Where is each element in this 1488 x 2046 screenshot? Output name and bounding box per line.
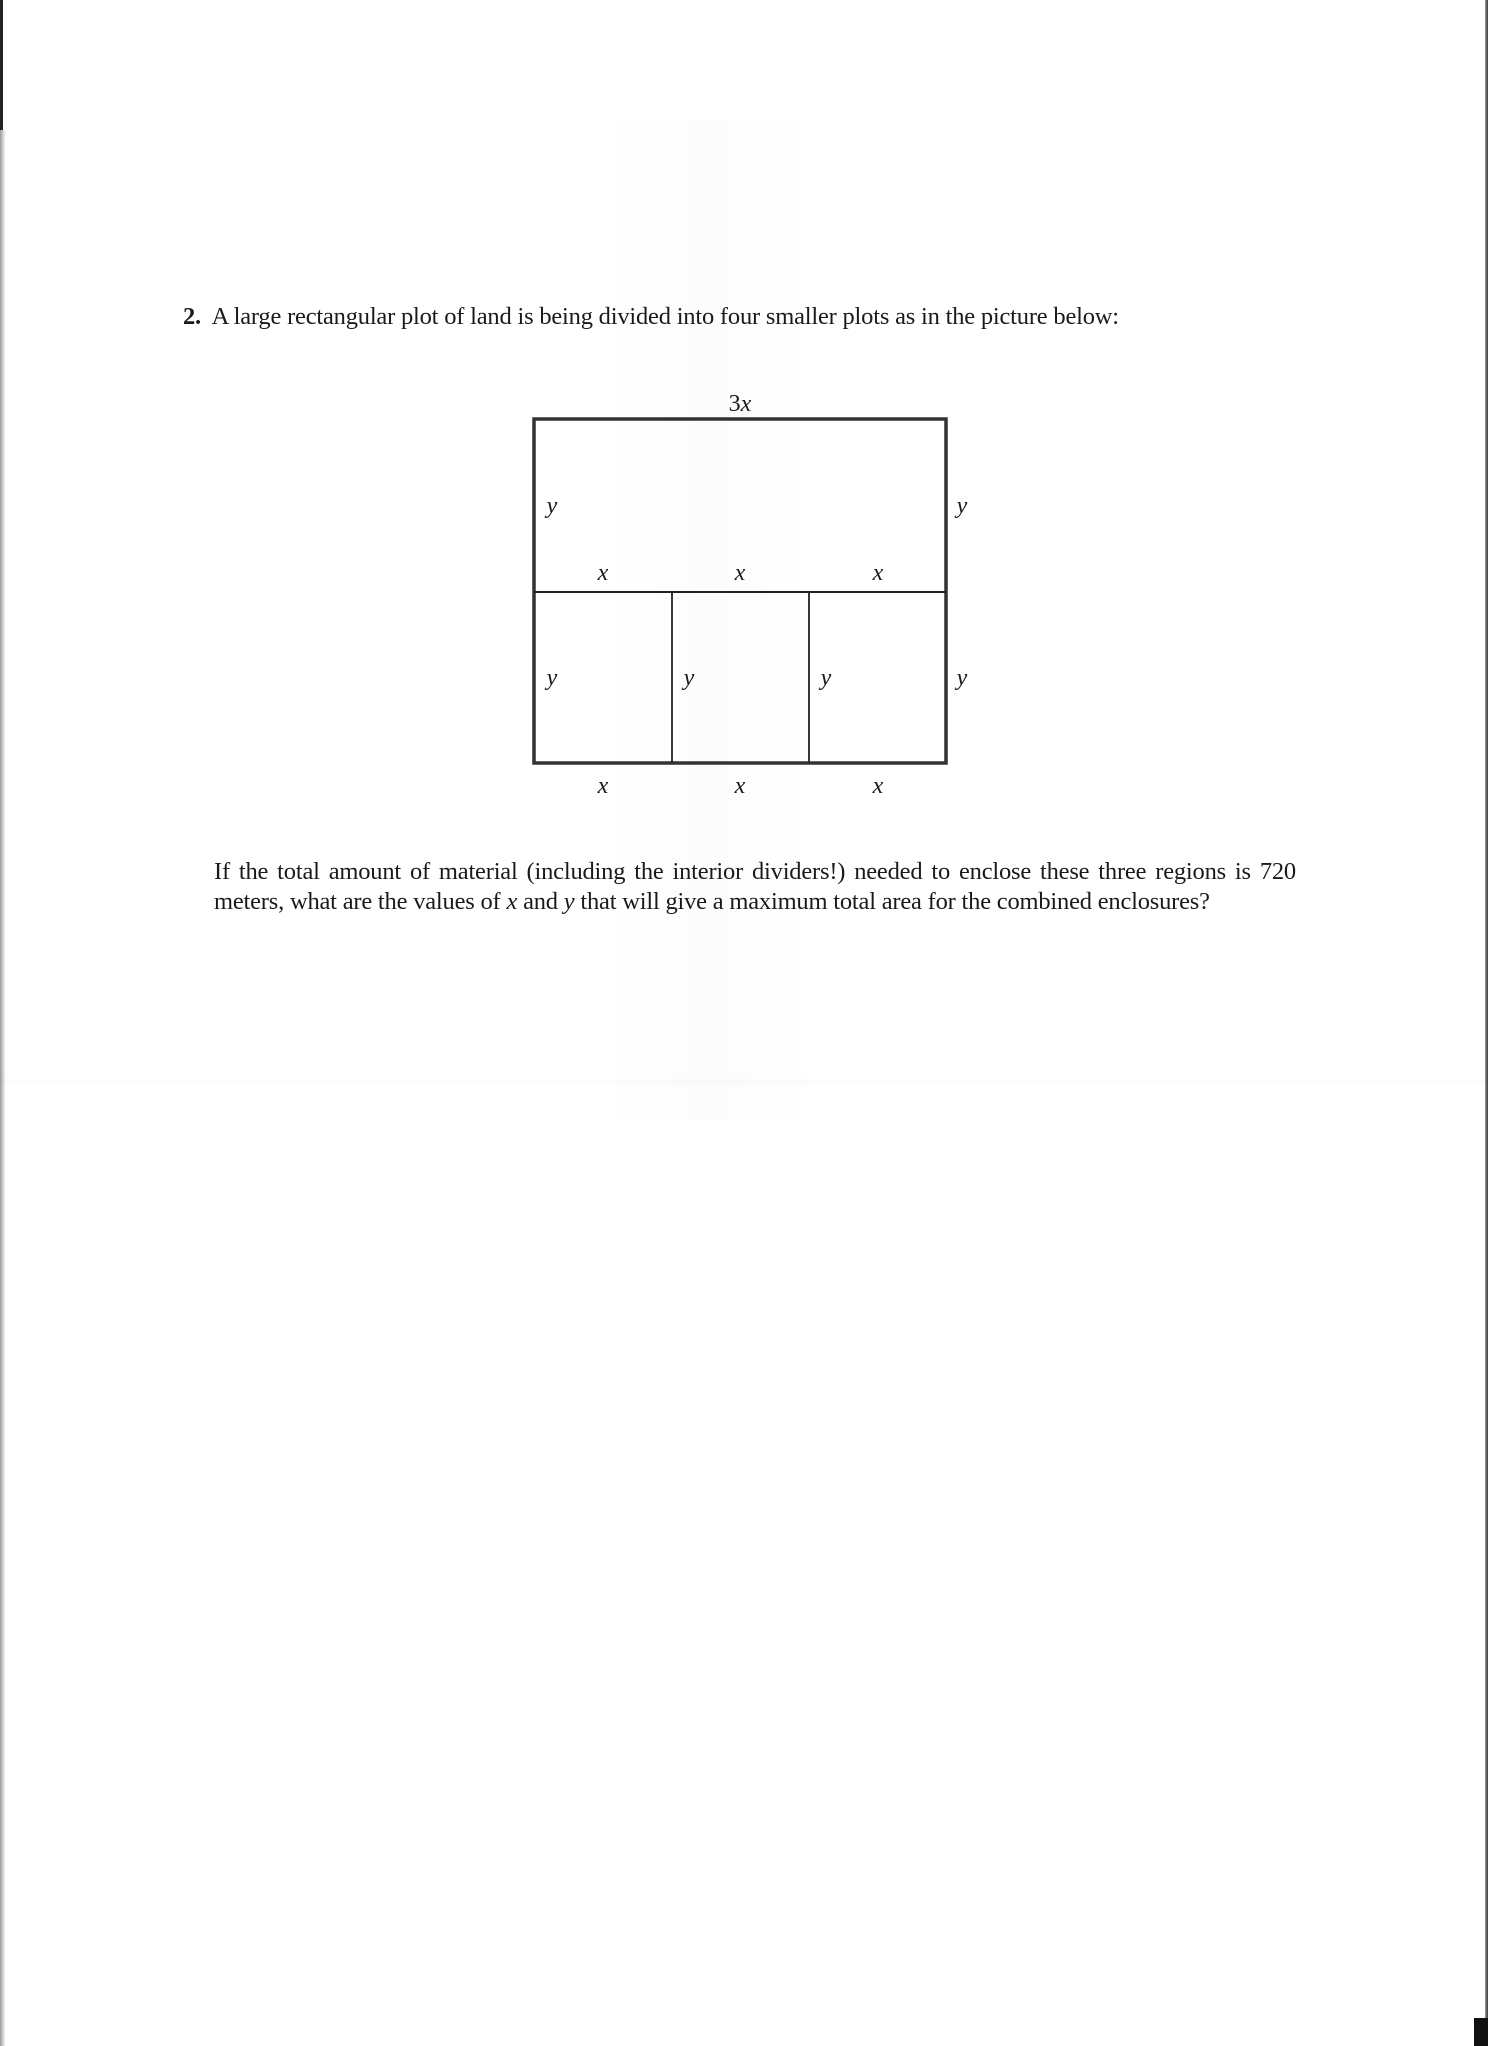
label-lower-x-2: x [734, 773, 746, 799]
label-top-coef: 3 [728, 391, 741, 417]
label-top-width: 3x [729, 392, 752, 416]
scan-edge-left [0, 130, 6, 2046]
label-lower-x-3: x [872, 773, 884, 799]
label-upper-right-y: y [956, 493, 968, 519]
problem-statement: 2. A large rectangular plot of land is b… [183, 303, 1119, 331]
label-top-var: x [740, 391, 752, 417]
problem-intro-text: A large rectangular plot of land is bein… [211, 303, 1120, 330]
label-upper-x-2: x [734, 560, 746, 586]
label-lower-y-2: y [683, 665, 695, 691]
question-part-3: that will give a maximum total area for … [574, 887, 1210, 915]
land-plot-diagram: 3x y y x x x y y y y x x x [520, 380, 1020, 800]
label-upper-x-1: x [597, 560, 609, 586]
label-lower-y-4: y [956, 665, 968, 691]
label-lower-x-1: x [597, 773, 609, 799]
diagram-svg [532, 417, 948, 765]
scan-edge-left-top [0, 0, 3, 130]
label-lower-y-1: y [546, 665, 558, 691]
scan-corner-mark [1474, 2018, 1488, 2046]
question-var-x: x [506, 887, 518, 915]
problem-number: 2. [183, 303, 201, 330]
question-part-2: and [517, 887, 564, 915]
label-lower-y-3: y [820, 665, 832, 691]
label-upper-x-3: x [872, 560, 884, 586]
question-var-y: y [563, 887, 575, 915]
question-text: If the total amount of material (includi… [214, 857, 1296, 916]
label-upper-left-y: y [546, 493, 558, 519]
